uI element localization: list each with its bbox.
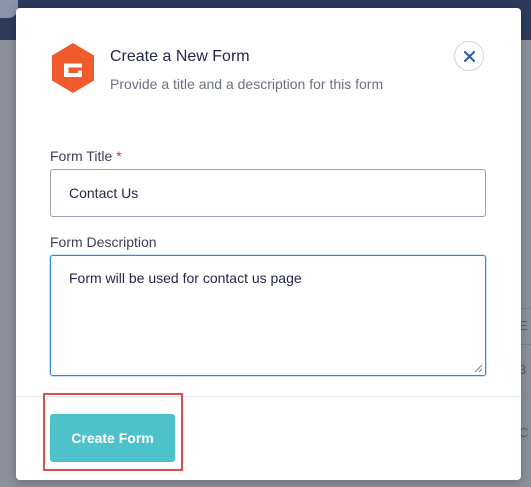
form-description-value: Form will be used for contact us page — [69, 270, 302, 286]
form-title-label: Form Title * — [50, 148, 122, 164]
form-title-label-text: Form Title — [50, 148, 113, 164]
form-description-textarea[interactable]: Form will be used for contact us page — [50, 255, 486, 376]
modal-subtitle: Provide a title and a description for th… — [110, 76, 384, 92]
create-form-button[interactable]: Create Form — [50, 414, 175, 462]
resize-handle-icon[interactable] — [474, 364, 483, 373]
form-description-label: Form Description — [50, 234, 157, 250]
gravity-forms-logo-icon — [50, 42, 96, 94]
close-icon — [464, 51, 475, 62]
close-button[interactable] — [454, 41, 484, 71]
create-form-modal: Create a New Form Provide a title and a … — [16, 8, 521, 480]
form-title-input[interactable]: Contact Us — [50, 169, 486, 217]
required-marker: * — [116, 148, 122, 164]
modal-title: Create a New Form — [110, 48, 250, 65]
